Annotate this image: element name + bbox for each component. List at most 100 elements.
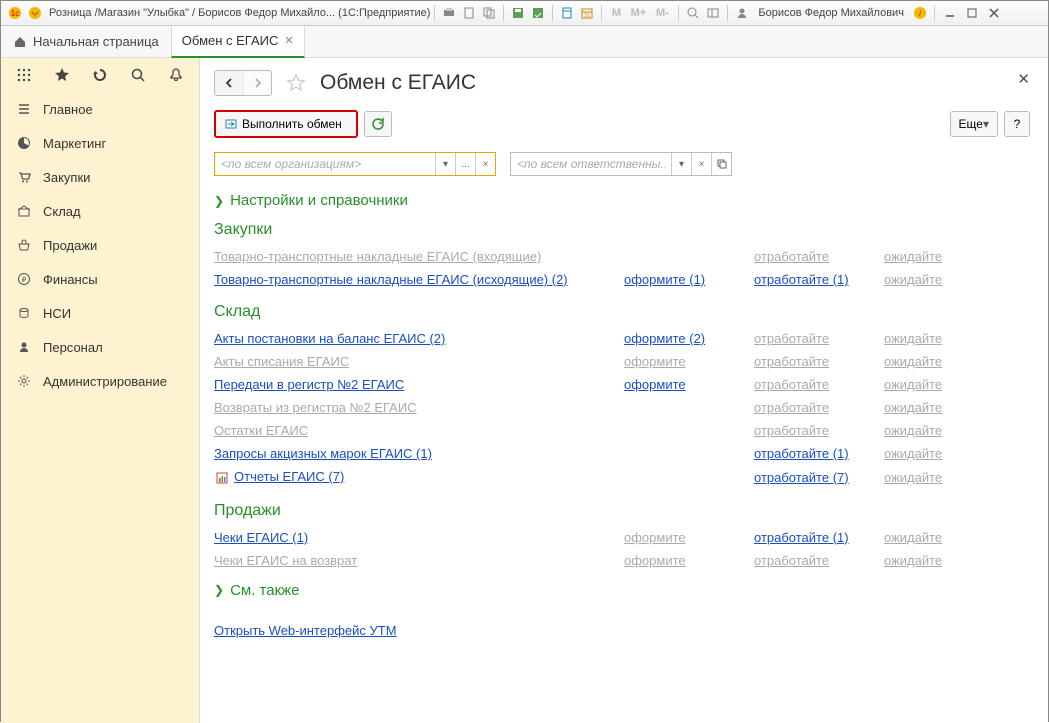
tab-active[interactable]: Обмен с ЕГАИС ✕ bbox=[171, 26, 305, 58]
sidebar: Главное Маркетинг Закупки Склад Продажи … bbox=[1, 58, 200, 723]
calc-icon[interactable] bbox=[560, 6, 574, 20]
section-title: Закупки bbox=[214, 221, 1030, 239]
link-oformite: оформите bbox=[624, 530, 686, 545]
mplus-label[interactable]: M+ bbox=[629, 6, 647, 20]
tab-close-icon[interactable]: ✕ bbox=[284, 34, 293, 47]
filter-resp-dropdown[interactable]: ▾ bbox=[671, 153, 691, 175]
pie-icon bbox=[15, 136, 33, 150]
link-ozhidayte: ожидайте bbox=[884, 553, 942, 568]
link-ozhidayte: ожидайте bbox=[884, 331, 942, 346]
link-ozhidayte: ожидайте bbox=[884, 377, 942, 392]
link-otrabotayte: отработайте bbox=[754, 377, 829, 392]
search-icon[interactable] bbox=[129, 66, 147, 84]
doc-type-link: Остатки ЕГАИС bbox=[214, 423, 308, 438]
filter-org-select[interactable]: ... bbox=[455, 153, 475, 175]
warehouse-icon bbox=[15, 204, 33, 218]
copy-icon[interactable] bbox=[482, 6, 496, 20]
doc-type-link[interactable]: Запросы акцизных марок ЕГАИС (1) bbox=[214, 446, 432, 461]
menu-icon[interactable] bbox=[15, 66, 33, 84]
link-ozhidayte: ожидайте bbox=[884, 530, 942, 545]
nav-back-button[interactable] bbox=[215, 71, 243, 95]
filter-org-input[interactable] bbox=[215, 157, 435, 171]
doc-type-link[interactable]: Передачи в регистр №2 ЕГАИС bbox=[214, 377, 404, 392]
sidebar-item-admin[interactable]: Администрирование bbox=[1, 364, 199, 398]
doc-type-link[interactable]: Отчеты ЕГАИС (7) bbox=[234, 469, 344, 484]
panel-icon[interactable] bbox=[706, 6, 720, 20]
doc-row: Возвраты из регистра №2 ЕГАИС отработайте… bbox=[214, 396, 1030, 419]
user-name: Борисов Федор Михайлович bbox=[758, 7, 904, 19]
nav-buttons bbox=[214, 70, 272, 96]
link-oformite[interactable]: оформите (2) bbox=[624, 331, 705, 346]
filter-org-dropdown[interactable]: ▾ bbox=[435, 153, 455, 175]
filter-resp-input[interactable] bbox=[511, 157, 671, 171]
link-otrabotayte: отработайте bbox=[754, 331, 829, 346]
sidebar-item-warehouse[interactable]: Склад bbox=[1, 194, 199, 228]
link-otrabotayte[interactable]: отработайте (1) bbox=[754, 446, 849, 461]
help-button[interactable]: ? bbox=[1004, 111, 1030, 137]
link-otrabotayte: отработайте bbox=[754, 553, 829, 568]
nav-forward-button[interactable] bbox=[243, 71, 271, 95]
saveas-icon[interactable] bbox=[531, 6, 545, 20]
content-area: ✕ Обмен с ЕГАИС Выполнить обмен Еще ? ▾ bbox=[200, 58, 1048, 723]
minimize-button[interactable] bbox=[940, 5, 960, 21]
link-oformite[interactable]: оформите bbox=[624, 377, 686, 392]
history-icon[interactable] bbox=[91, 66, 109, 84]
calendar-icon[interactable]: 31 bbox=[580, 6, 594, 20]
star-icon[interactable] bbox=[53, 66, 71, 84]
close-button[interactable] bbox=[984, 5, 1004, 21]
sidebar-item-personnel[interactable]: Персонал bbox=[1, 330, 199, 364]
link-otrabotayte[interactable]: отработайте (7) bbox=[754, 470, 849, 485]
expand-seealso[interactable]: ❯См. также bbox=[214, 582, 1030, 599]
maximize-button[interactable] bbox=[962, 5, 982, 21]
filter-resp-open[interactable] bbox=[711, 153, 731, 175]
preview-icon[interactable] bbox=[462, 6, 476, 20]
more-button[interactable]: Еще bbox=[950, 111, 998, 137]
link-otrabotayte[interactable]: отработайте (1) bbox=[754, 530, 849, 545]
doc-row: Отчеты ЕГАИС (7)отработайте (7)ожидайте bbox=[214, 465, 1030, 490]
sidebar-item-nsi[interactable]: НСИ bbox=[1, 296, 199, 330]
filter-resp-clear[interactable]: × bbox=[691, 153, 711, 175]
dropdown-icon[interactable] bbox=[28, 6, 42, 20]
expand-settings[interactable]: ❯Настройки и справочники bbox=[214, 192, 1030, 209]
doc-type-link[interactable]: Товарно-транспортные накладные ЕГАИС (ис… bbox=[214, 272, 568, 287]
link-oformite[interactable]: оформите (1) bbox=[624, 272, 705, 287]
link-ozhidayte: ожидайте bbox=[884, 400, 942, 415]
m-label[interactable]: M bbox=[609, 6, 623, 20]
doc-row: Товарно-транспортные накладные ЕГАИС (ис… bbox=[214, 268, 1030, 291]
link-utm[interactable]: Открыть Web-интерфейс УТМ bbox=[214, 623, 397, 638]
doc-type-link: Акты списания ЕГАИС bbox=[214, 354, 349, 369]
link-otrabotayte: отработайте bbox=[754, 400, 829, 415]
sidebar-item-marketing[interactable]: Маркетинг bbox=[1, 126, 199, 160]
doc-row: Запросы акцизных марок ЕГАИС (1) отработа… bbox=[214, 442, 1030, 465]
favorite-star-icon[interactable] bbox=[286, 73, 306, 93]
content-close-icon[interactable]: ✕ bbox=[1017, 70, 1030, 88]
tab-home[interactable]: Начальная страница bbox=[1, 26, 171, 58]
execute-exchange-button[interactable]: Выполнить обмен bbox=[214, 110, 358, 138]
zoom-icon[interactable] bbox=[686, 6, 700, 20]
link-otrabotayte[interactable]: отработайте (1) bbox=[754, 272, 849, 287]
section-title: Продажи bbox=[214, 502, 1030, 520]
refresh-button[interactable] bbox=[364, 111, 392, 137]
mminus-label[interactable]: M- bbox=[653, 6, 671, 20]
sidebar-item-sales[interactable]: Продажи bbox=[1, 228, 199, 262]
sidebar-item-main[interactable]: Главное bbox=[1, 92, 199, 126]
bell-icon[interactable] bbox=[167, 66, 185, 84]
doc-type-link[interactable]: Чеки ЕГАИС (1) bbox=[214, 530, 308, 545]
print-icon[interactable] bbox=[442, 6, 456, 20]
doc-row: Товарно-транспортные накладные ЕГАИС (вх… bbox=[214, 245, 1030, 268]
app-logo-icon: 1c bbox=[8, 6, 22, 20]
filter-org-clear[interactable]: × bbox=[475, 153, 495, 175]
doc-type-link[interactable]: Акты постановки на баланс ЕГАИС (2) bbox=[214, 331, 445, 346]
link-otrabotayte: отработайте bbox=[754, 249, 829, 264]
filter-resp: ▾ × bbox=[510, 152, 732, 176]
sidebar-item-purchases[interactable]: Закупки bbox=[1, 160, 199, 194]
doc-type-link: Возвраты из регистра №2 ЕГАИС bbox=[214, 400, 417, 415]
user-icon bbox=[735, 6, 749, 20]
svg-text:1c: 1c bbox=[11, 9, 19, 18]
save-icon[interactable] bbox=[511, 6, 525, 20]
info-icon[interactable]: i bbox=[913, 6, 927, 20]
titlebar: 1c Розница /Магазин "Улыбка" / Борисов Ф… bbox=[1, 1, 1048, 26]
exchange-icon bbox=[224, 117, 238, 131]
sidebar-item-finance[interactable]: ₽Финансы bbox=[1, 262, 199, 296]
basket-icon bbox=[15, 238, 33, 252]
